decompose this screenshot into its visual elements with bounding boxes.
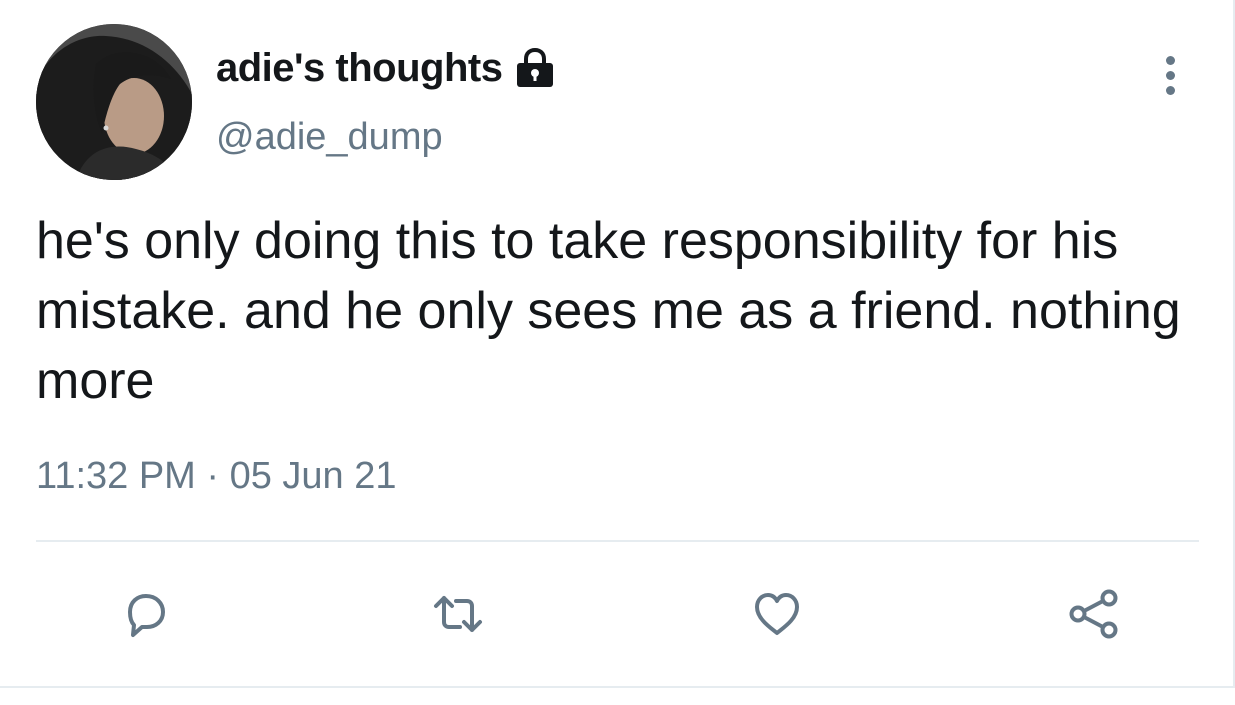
- share-icon: [1069, 589, 1118, 639]
- retweet-icon: [434, 596, 482, 632]
- display-name-row[interactable]: adie's thoughts: [216, 42, 556, 94]
- user-handle[interactable]: @adie_dump: [216, 116, 443, 159]
- reply-button[interactable]: [118, 586, 174, 642]
- card-bottom-border: [0, 686, 1235, 688]
- display-name[interactable]: adie's thoughts: [216, 46, 503, 91]
- share-button[interactable]: [1066, 586, 1122, 642]
- tweet-text: he's only doing this to take responsibil…: [36, 212, 1181, 410]
- divider: [36, 540, 1199, 542]
- avatar[interactable]: [36, 24, 192, 180]
- heart-icon: [755, 593, 799, 635]
- lock-icon: [514, 47, 556, 88]
- profile-photo: [36, 24, 192, 180]
- more-vertical-icon[interactable]: [1150, 50, 1190, 100]
- like-button[interactable]: [749, 586, 805, 642]
- retweet-button[interactable]: [430, 586, 486, 642]
- tweet-timestamp[interactable]: 11:32 PM · 05 Jun 21: [36, 455, 397, 498]
- reply-icon: [128, 594, 165, 637]
